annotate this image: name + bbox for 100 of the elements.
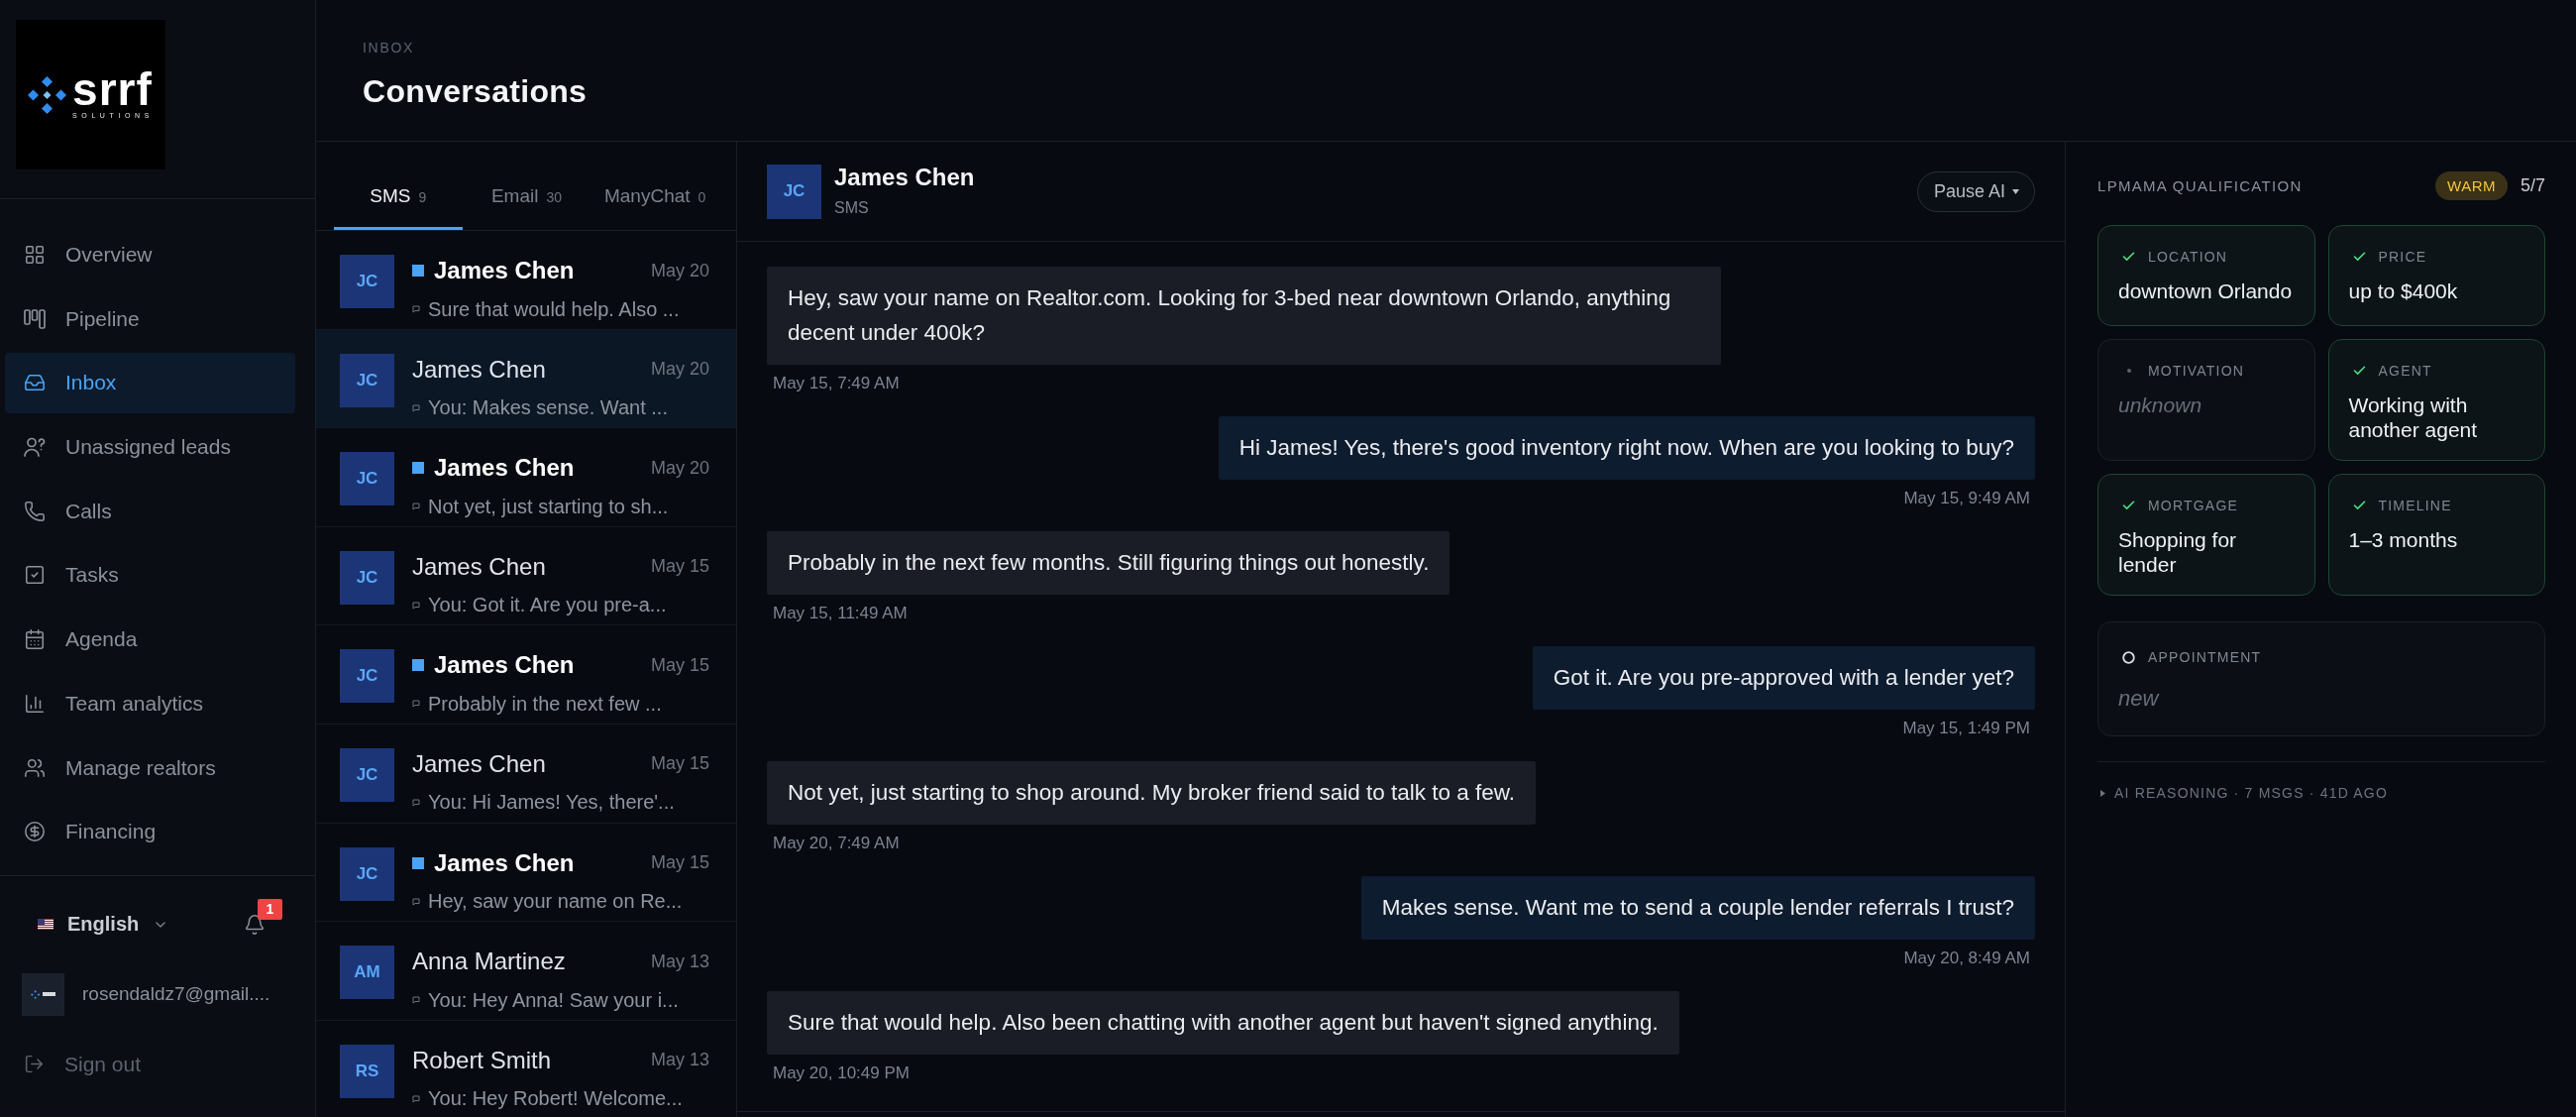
unread-indicator-icon [412, 659, 424, 672]
conversation-item[interactable]: AM Anna Martinez May 13 You: Hey Anna! Saw your i... [316, 922, 736, 1021]
contact-name: James Chen [434, 651, 575, 680]
conversation-date: May 15 [650, 852, 709, 874]
sent-message-bubble: Got it. Are you pre-approved with a lender yet? [1532, 645, 2035, 710]
pause-ai-button[interactable]: Pause AI [1916, 170, 2035, 212]
contact-name: James Chen [434, 848, 575, 877]
criterion-label: APPOINTMENT [2148, 649, 2262, 665]
received-message-bubble: Hey, saw your name on Realtor.com. Looking for 3-bed near downtown Orlando, anything decent under 400k? [767, 267, 1721, 365]
contact-name: Robert Smith [412, 1046, 552, 1074]
user-question-icon [24, 436, 46, 459]
criterion-value: Shopping for lender [2118, 527, 2238, 577]
criterion-value: downtown Orlando [2118, 279, 2294, 303]
ai-reasoning-toggle[interactable]: AI REASONING · 7 MSGS · 41D AGO [2097, 783, 2389, 803]
conversation-date: May 20 [650, 359, 709, 381]
channel-tab[interactable]: SMS 9 [334, 168, 463, 230]
qualification-score: 5/7 [2520, 175, 2545, 196]
criterion-value: unknown [2118, 392, 2203, 417]
sidebar-nav-item[interactable]: Unassigned leads [5, 416, 295, 478]
conversation-item[interactable]: JC James Chen May 15 Hey, saw your name on Re... [316, 823, 736, 923]
users-icon [24, 756, 46, 779]
conversation-item[interactable]: JC James Chen May 20 Not yet, just starting to sh... [316, 428, 736, 527]
sent-message-bubble: Makes sense. Want me to send a couple lender referrals I trust? [1360, 875, 2035, 940]
message-icon [412, 700, 420, 709]
avatar: JC [340, 353, 394, 407]
message-preview: You: Hey Anna! Saw your i... [428, 988, 679, 1012]
message-time: May 15, 1:49 PM [1902, 719, 2030, 738]
conversation-item[interactable]: JC James Chen May 15 You: Hi James! Yes, there'... [316, 724, 736, 824]
conversation-date: May 15 [650, 556, 709, 578]
sent-message-bubble: Hi James! Yes, there's good inventory right now. When are you looking to buy? [1218, 415, 2035, 480]
avatar: RS [340, 1044, 394, 1098]
message-time: May 15, 7:49 AM [773, 374, 900, 393]
notification-bell-icon[interactable] [244, 913, 266, 936]
conversation-date: May 13 [650, 1050, 709, 1071]
conversation-item[interactable]: JC James Chen May 15 You: Got it. Are you pre-a... [316, 526, 736, 626]
logo-wordmark: srrf [72, 69, 153, 109]
checkbox-icon [24, 564, 46, 587]
message-icon [412, 996, 420, 1005]
sidebar-nav-item[interactable]: Tasks [5, 544, 295, 606]
message-time: May 20, 7:49 AM [773, 834, 900, 853]
criterion-value: 1–3 months [2348, 527, 2459, 552]
criterion-label: LOCATION [2148, 249, 2228, 265]
avatar: JC [340, 846, 394, 901]
grid-icon [24, 244, 46, 266]
conversation-date: May 15 [650, 654, 709, 676]
sidebar-nav-item[interactable]: Manage realtors [5, 737, 295, 798]
sidebar-nav-item[interactable]: Overview [5, 224, 295, 285]
conversation-date: May 20 [650, 457, 709, 479]
message-icon [412, 503, 420, 511]
message-time: May 15, 9:49 AM [1903, 489, 2030, 508]
notification-badge: 1 [258, 898, 282, 920]
sidebar-nav-item[interactable]: Financing [5, 801, 295, 862]
conversation-date: May 20 [650, 260, 709, 281]
received-message-bubble: Sure that would help. Also been chatting with another agent but haven't signed anything. [767, 990, 1679, 1055]
contact-name: James Chen [412, 749, 546, 778]
conversation-item[interactable]: JC James Chen May 15 Probably in the next few ... [316, 625, 736, 725]
sidebar-nav-item[interactable]: Agenda [5, 609, 295, 670]
conversation-item[interactable]: JC James Chen May 20 Sure that would help. Also ... [316, 231, 736, 330]
avatar: JC [340, 747, 394, 802]
criterion-label: TIMELINE [2378, 498, 2452, 513]
channel-tab[interactable]: Email 30 [462, 168, 591, 230]
panel-title: LPMAMA QUALIFICATION [2097, 177, 2303, 194]
criterion-label: MOTIVATION [2148, 363, 2245, 379]
kanban-icon [24, 307, 46, 330]
criterion-value: new [2118, 686, 2161, 711]
sidebar-nav-item[interactable]: Team analytics [5, 673, 295, 734]
sidebar-nav-item[interactable]: Pipeline [5, 288, 295, 350]
criterion-label: AGENT [2378, 363, 2432, 379]
message-time: May 15, 11:49 AM [773, 604, 908, 623]
message-preview: You: Makes sense. Want ... [428, 396, 668, 420]
calendar-icon [24, 628, 46, 651]
message-icon [412, 1094, 420, 1103]
dollar-icon [24, 821, 46, 843]
page-eyebrow: INBOX [363, 39, 415, 57]
avatar: JC [340, 550, 394, 605]
user-avatar-logo-icon [22, 972, 64, 1016]
unread-indicator-icon [412, 265, 424, 277]
avatar: JC [767, 164, 821, 219]
message-time: May 20, 8:49 AM [1903, 949, 2030, 968]
contact-name: Anna Martinez [412, 948, 566, 976]
channel-tab[interactable]: ManyChat 0 [590, 168, 719, 230]
language-select[interactable]: English [26, 907, 181, 943]
sidebar-nav-item[interactable]: Calls [5, 481, 295, 542]
contact-channel: SMS [834, 198, 869, 218]
sidebar-nav-item[interactable]: Inbox [5, 352, 295, 413]
conversation-item[interactable]: RS Robert Smith May 13 You: Hey Robert! Welcome... [316, 1020, 736, 1117]
page-title: Conversations [363, 72, 588, 111]
contact-name: James Chen [834, 164, 975, 191]
user-email: rosendaldz7@gmail.... [82, 983, 270, 1006]
avatar: JC [340, 649, 394, 704]
avatar: JC [340, 255, 394, 308]
message-time: May 20, 10:49 PM [773, 1063, 910, 1083]
criterion-label: PRICE [2378, 249, 2427, 265]
criterion-label: MORTGAGE [2148, 498, 2239, 513]
criterion-value: up to $400k [2348, 279, 2459, 303]
conversation-item[interactable]: JC James Chen May 20 You: Makes sense. Want ... [316, 329, 736, 429]
caret-icon [2012, 188, 2019, 194]
unread-indicator-icon [412, 462, 424, 475]
message-preview: Sure that would help. Also ... [428, 297, 680, 321]
contact-name: James Chen [434, 257, 575, 284]
